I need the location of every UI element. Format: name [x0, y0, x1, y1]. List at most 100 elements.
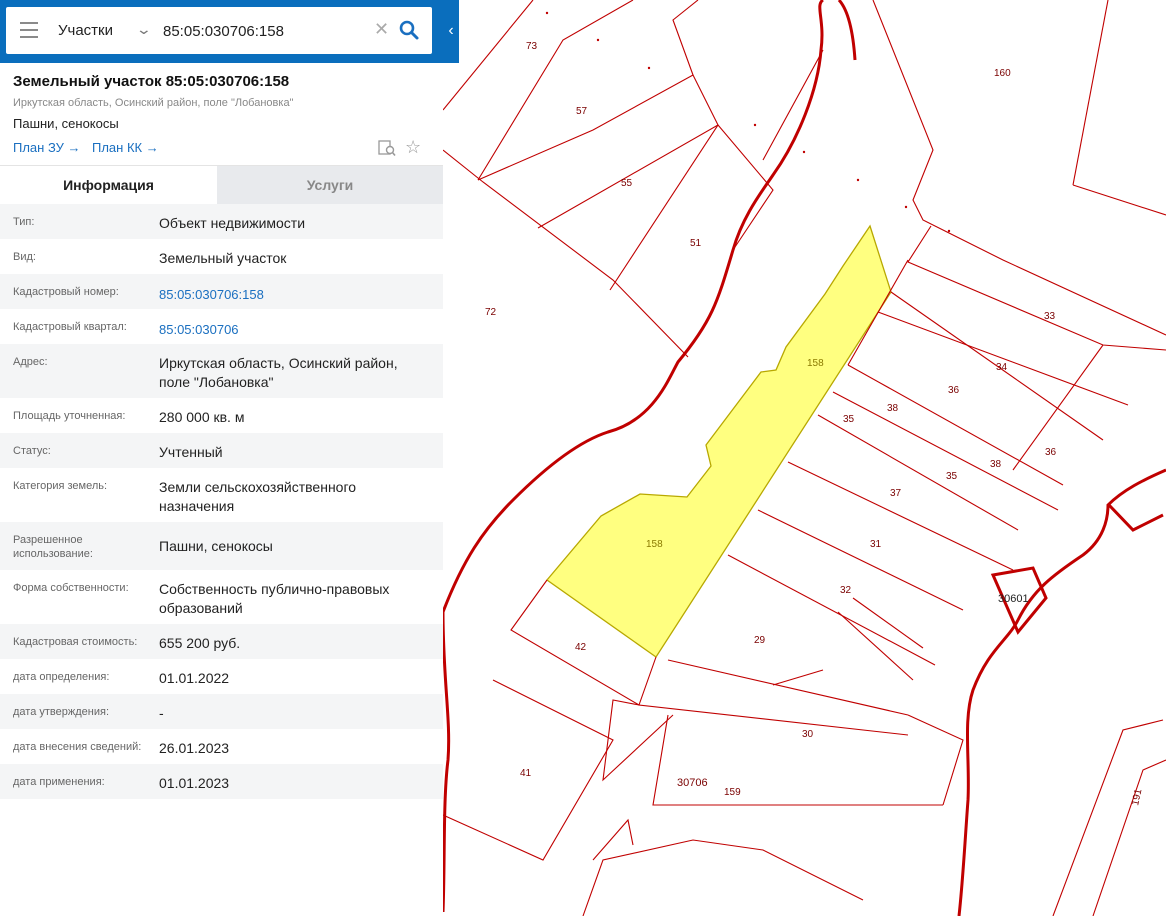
parcel-label: 42: [575, 642, 587, 653]
row-value: Учтенный: [159, 444, 223, 460]
search-box: Участки ⌄ ✕: [6, 7, 432, 54]
row-label: Разрешенное использование:: [13, 534, 93, 560]
map-search-icon[interactable]: [378, 139, 396, 157]
row-label: дата определения:: [13, 671, 110, 683]
info-row: дата определения: 01.01.2022: [0, 659, 443, 694]
parcel-label: 37: [890, 488, 902, 499]
row-label: Вид:: [13, 251, 36, 263]
parcel-label: 30: [802, 729, 814, 740]
row-value: Объект недвижимости: [159, 215, 306, 231]
parcel-label: 160: [994, 68, 1011, 79]
parcel-label: 158: [646, 539, 663, 550]
row-value: 280 000 кв. м: [159, 409, 245, 425]
row-label: Кадастровый номер:: [13, 286, 119, 298]
row-value: 01.01.2022: [159, 670, 230, 686]
page-title: Земельный участок 85:05:030706:158: [13, 73, 290, 90]
row-label: Кадастровый квартал:: [13, 321, 127, 333]
parcel-boundaries: [443, 0, 1166, 916]
info-row: Форма собственности: Собственность публи…: [0, 570, 443, 624]
plan-zu-link[interactable]: План ЗУ →: [13, 140, 81, 155]
star-icon[interactable]: ☆: [405, 137, 421, 158]
parcel-label: 34: [996, 362, 1008, 373]
plan-kk-link[interactable]: План КК →: [92, 140, 159, 155]
parcel-label: 51: [690, 238, 702, 249]
parcel-label: 31: [870, 539, 882, 550]
info-row: Кадастровый квартал: 85:05:030706: [0, 309, 443, 344]
row-value: 01.01.2023: [159, 775, 230, 791]
info-row: Кадастровый номер: 85:05:030706:158: [0, 274, 443, 309]
cadastral-number-link[interactable]: 85:05:030706:158: [159, 285, 429, 304]
cadastral-map[interactable]: 73 160 57 55 51 72 33 34 158 36 38 35 36…: [443, 0, 1166, 916]
parcel-label: 30601: [998, 593, 1029, 605]
parcel-label: 158: [807, 358, 824, 369]
row-label: Статус:: [13, 445, 51, 457]
info-row: Площадь уточненная: 280 000 кв. м: [0, 398, 443, 433]
parcel-label: 55: [621, 178, 633, 189]
tab-bar: Информация Услуги: [0, 165, 443, 204]
info-table: Тип: Объект недвижимости Вид: Земельный …: [0, 204, 443, 799]
parcel-label: 32: [840, 585, 852, 596]
row-label: Площадь уточненная:: [13, 410, 126, 422]
row-label: Тип:: [13, 216, 35, 228]
info-row: дата применения: 01.01.2023: [0, 764, 443, 799]
info-row: дата внесения сведений: 26.01.2023: [0, 729, 443, 764]
parcel-label: 38: [990, 459, 1002, 470]
close-icon[interactable]: ✕: [374, 19, 389, 40]
row-label: Адрес:: [13, 356, 48, 368]
info-row: Адрес: Иркутская область, Осинский район…: [0, 344, 443, 398]
row-label: дата применения:: [13, 776, 105, 788]
road: [1107, 503, 1164, 532]
search-input[interactable]: [163, 18, 373, 44]
info-row: Кадастровая стоимость: 655 200 руб.: [0, 624, 443, 659]
row-label: дата внесения сведений:: [13, 741, 142, 753]
row-value: Собственность публично-правовых образова…: [159, 581, 390, 616]
parcel-label: 57: [576, 106, 588, 117]
row-value: Земли сельскохозяйственного назначения: [159, 479, 357, 514]
info-row: Разрешенное использование: Пашни, сеноко…: [0, 522, 443, 570]
info-row: Статус: Учтенный: [0, 433, 443, 468]
row-value: 26.01.2023: [159, 740, 230, 756]
object-usage: Пашни, сенокосы: [13, 116, 119, 131]
row-value: Иркутская область, Осинский район, поле …: [159, 355, 398, 390]
info-row: дата утверждения: -: [0, 694, 443, 729]
row-label: дата утверждения:: [13, 706, 110, 718]
tab-services[interactable]: Услуги: [217, 166, 443, 204]
row-label: Кадастровая стоимость:: [13, 636, 138, 648]
parcel-labels: 73 160 57 55 51 72 33 34 158 36 38 35 36…: [485, 41, 1144, 807]
parcel-label: 41: [520, 768, 532, 779]
cadastral-quarter-link[interactable]: 85:05:030706: [159, 320, 429, 339]
parcel-label: 72: [485, 307, 497, 318]
object-address: Иркутская область, Осинский район, поле …: [13, 97, 294, 109]
search-icon[interactable]: [398, 19, 420, 41]
parcel-label: 35: [843, 414, 855, 425]
chevron-down-icon[interactable]: ⌄: [136, 21, 152, 38]
menu-icon[interactable]: [20, 22, 38, 38]
parcel-label: 36: [1045, 447, 1057, 458]
row-value: Земельный участок: [159, 250, 287, 266]
search-type-select[interactable]: Участки: [58, 22, 113, 39]
object-header: Земельный участок 85:05:030706:158 Иркут…: [0, 63, 443, 165]
road: [443, 611, 451, 913]
info-row: Вид: Земельный участок: [0, 239, 443, 274]
road: [837, 0, 857, 61]
row-value: -: [159, 705, 164, 721]
tab-information[interactable]: Информация: [0, 166, 217, 204]
info-panel: Участки ⌄ ✕ ‹ Земельный участок 85:05:03…: [0, 0, 459, 916]
search-bar: Участки ⌄ ✕ ‹: [0, 0, 459, 63]
parcel-label: 38: [887, 403, 899, 414]
parcel-label: 33: [1044, 311, 1056, 322]
parcel-label: 30706: [677, 777, 708, 789]
row-label: Категория земель:: [13, 480, 108, 492]
parcel-label: 36: [948, 385, 960, 396]
info-row: Категория земель: Земли сельскохозяйстве…: [0, 468, 443, 522]
chevron-left-icon[interactable]: ‹: [444, 21, 458, 41]
row-value: 655 200 руб.: [159, 635, 241, 651]
parcel-label: 73: [526, 41, 538, 52]
row-label: Форма собственности:: [13, 582, 129, 594]
road: [957, 468, 1166, 916]
map-canvas[interactable]: 73 160 57 55 51 72 33 34 158 36 38 35 36…: [443, 0, 1166, 916]
row-value: Пашни, сенокосы: [159, 538, 273, 554]
parcel-label: 159: [724, 787, 741, 798]
parcel-label: 29: [754, 635, 766, 646]
info-row: Тип: Объект недвижимости: [0, 204, 443, 239]
